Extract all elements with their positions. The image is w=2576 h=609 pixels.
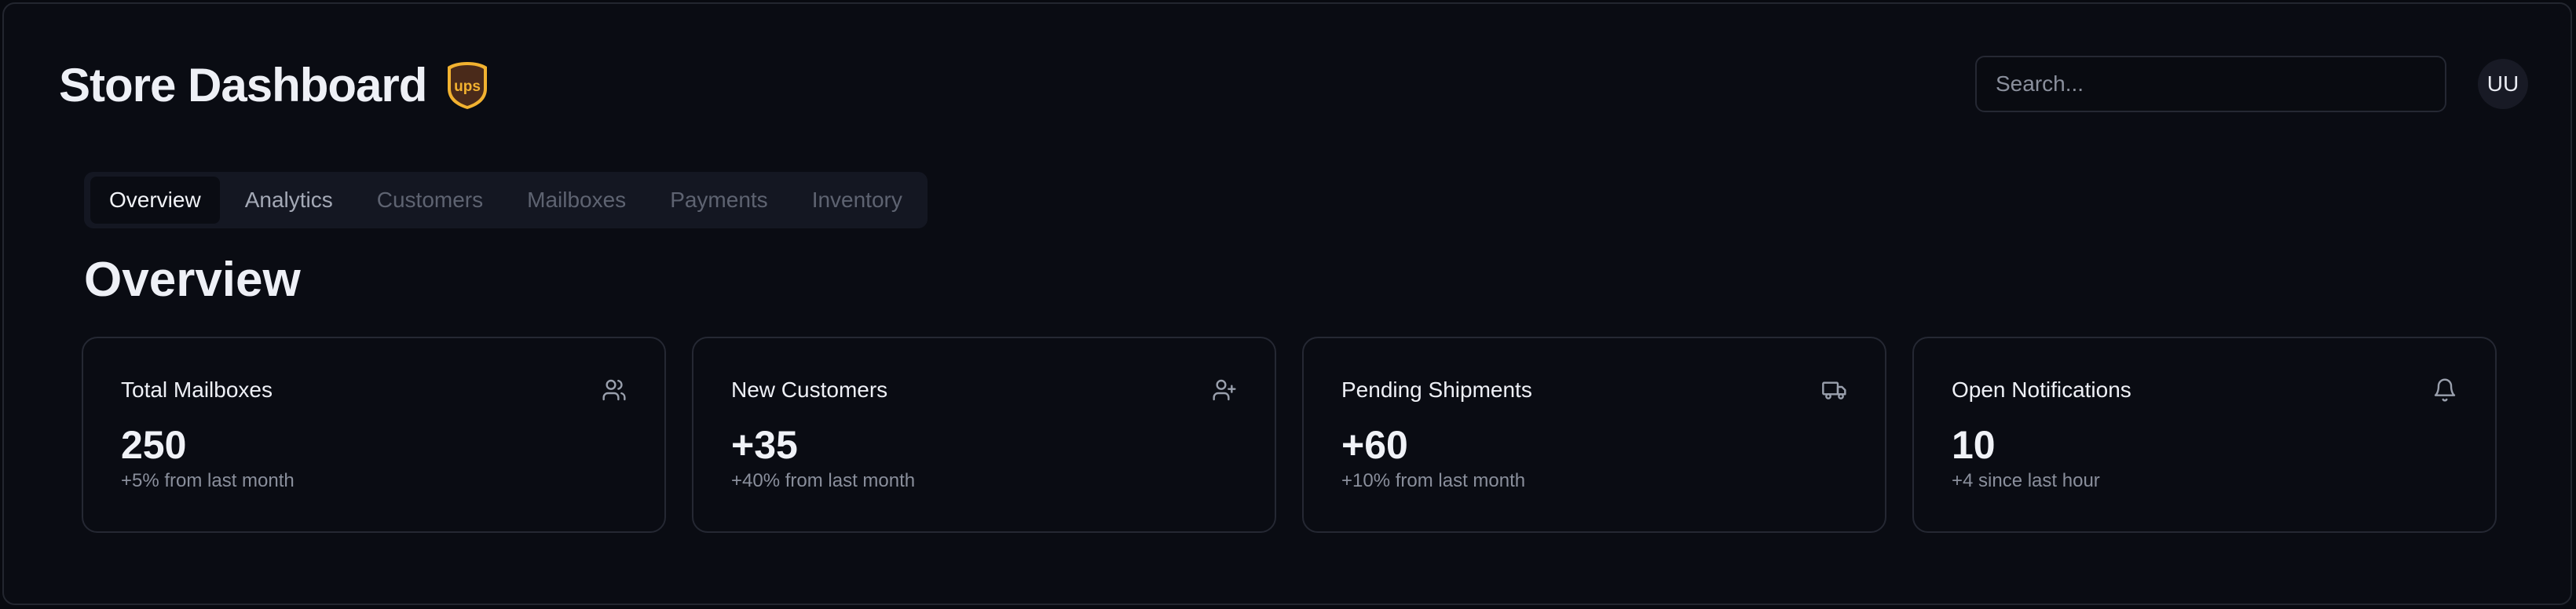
tab-mailboxes[interactable]: Mailboxes [508,177,645,224]
header: Store Dashboard ups UU [59,54,2528,117]
tab-payments[interactable]: Payments [651,177,787,224]
truck-icon [1822,381,1846,399]
card-subtitle: +10% from last month [1341,470,1526,491]
card-subtitle: +40% from last month [731,470,916,491]
card-label: Pending Shipments [1341,377,1532,402]
search-input[interactable] [1975,56,2446,112]
user-plus-icon [1213,379,1236,401]
stat-card-total-mailboxes: Total Mailboxes 250 +5% from last month [82,337,666,533]
stat-card-open-notifications: Open Notifications 10 +4 since last hour [1912,337,2497,533]
logo-text: ups [454,78,481,95]
ups-logo-icon: ups [448,62,487,109]
card-label: Total Mailboxes [121,377,273,402]
stat-card-new-customers: New Customers +35 +40% from last month [692,337,1276,533]
avatar[interactable]: UU [2478,59,2528,109]
tab-bar: Overview Analytics Customers Mailboxes P… [84,172,928,228]
page-title: Store Dashboard [59,59,427,111]
card-label: New Customers [731,377,888,402]
section-title: Overview [84,253,301,307]
dashboard-frame: Store Dashboard ups UU Overview Analytic… [2,2,2572,605]
tab-customers[interactable]: Customers [358,177,502,224]
users-icon [602,379,626,401]
card-value: 250 [121,423,187,467]
tab-overview[interactable]: Overview [90,177,220,224]
bell-icon [2434,378,2456,402]
card-subtitle: +4 since last hour [1952,470,2100,491]
tab-analytics[interactable]: Analytics [226,177,352,224]
stat-card-pending-shipments: Pending Shipments +60 +10% from last mon… [1302,337,1886,533]
card-value: 10 [1952,423,1996,467]
card-value: +35 [731,423,798,467]
tab-inventory[interactable]: Inventory [793,177,921,224]
card-subtitle: +5% from last month [121,470,295,491]
card-label: Open Notifications [1952,377,2131,402]
card-value: +60 [1341,423,1408,467]
